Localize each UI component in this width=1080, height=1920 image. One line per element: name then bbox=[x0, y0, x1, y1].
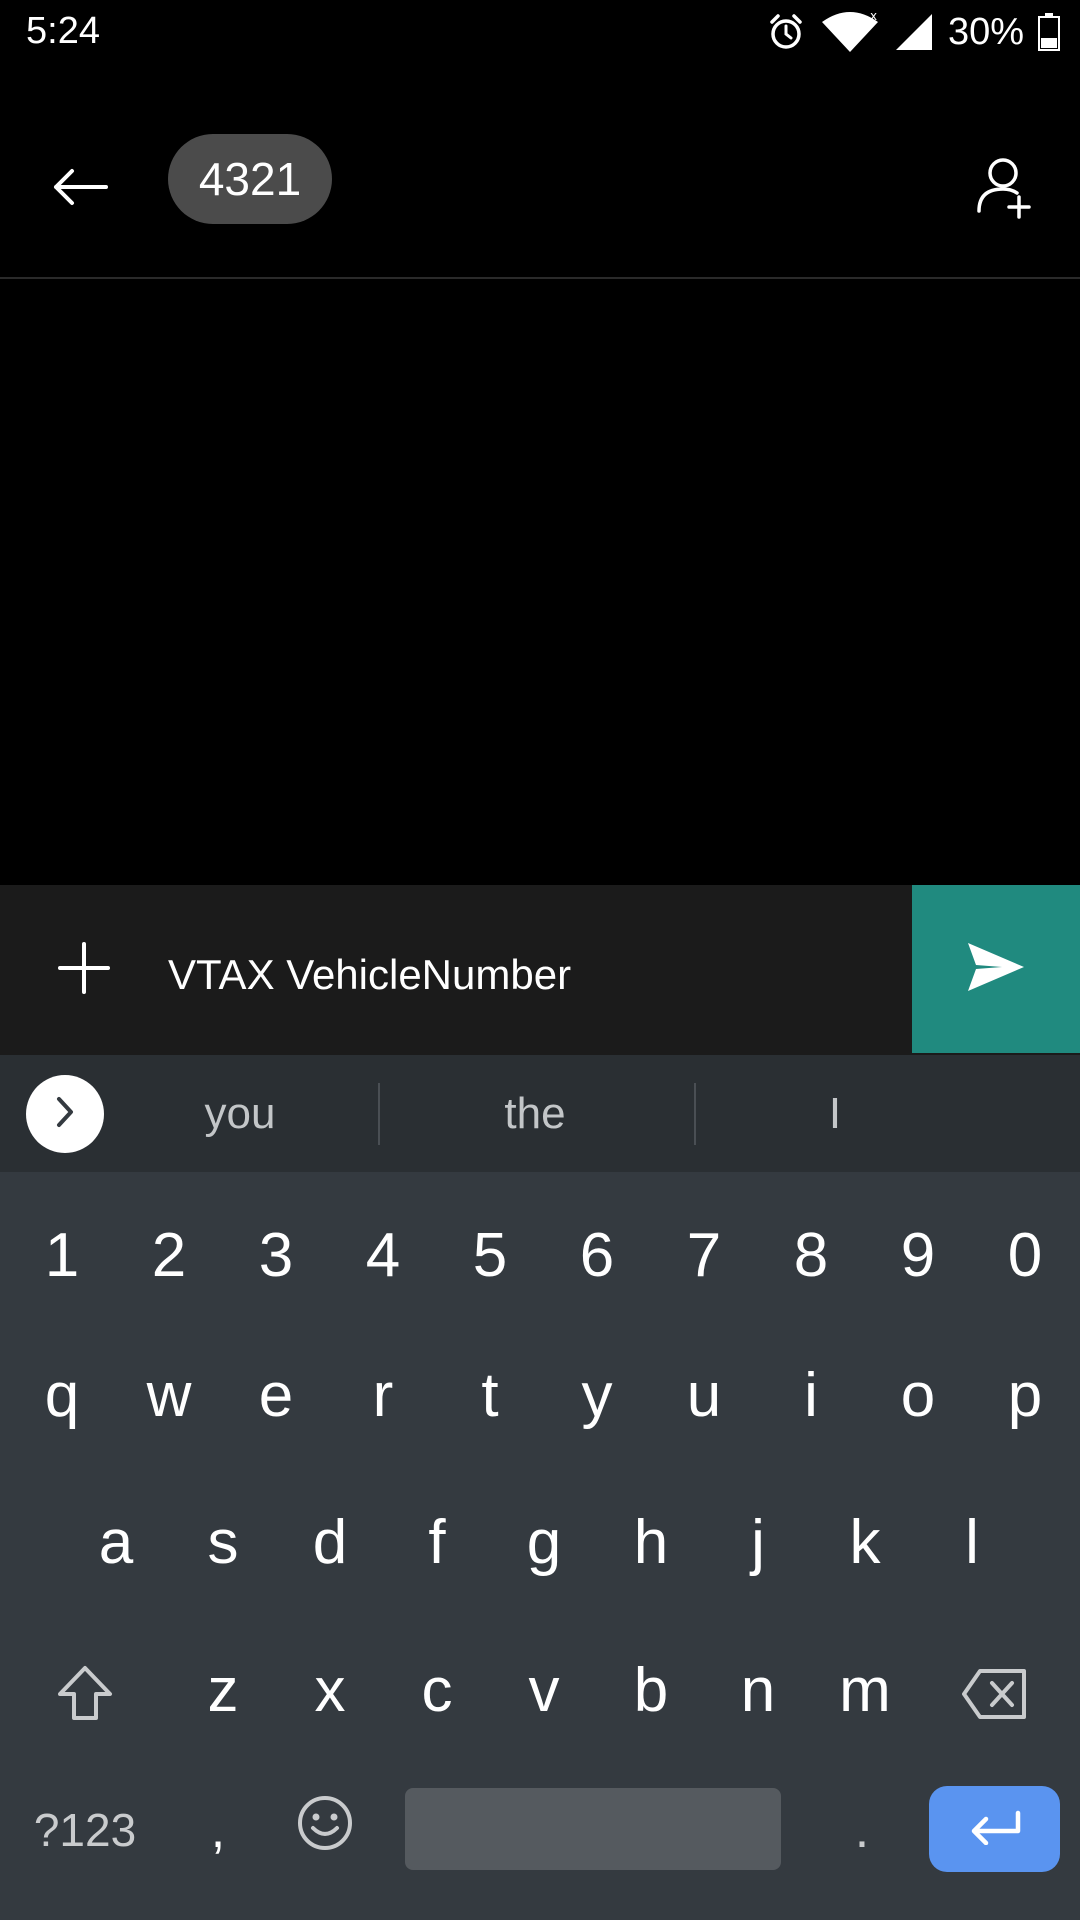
letter-key-v[interactable]: v bbox=[499, 1635, 589, 1745]
letter-key-p[interactable]: p bbox=[980, 1340, 1070, 1450]
number-key-5[interactable]: 5 bbox=[445, 1200, 535, 1310]
keyboard: you the I 1234567890 qwertyuiop asdfghjkl z… bbox=[0, 1055, 1080, 1920]
enter-key[interactable] bbox=[929, 1786, 1060, 1872]
letter-key-k[interactable]: k bbox=[820, 1487, 910, 1597]
letter-key-c[interactable]: c bbox=[392, 1635, 482, 1745]
suggestion-strip: you the I bbox=[0, 1055, 1080, 1172]
cell-signal-icon bbox=[894, 12, 934, 52]
suggestion-1[interactable]: you bbox=[130, 1083, 350, 1145]
return-icon bbox=[968, 1809, 1022, 1850]
plus-icon bbox=[58, 941, 110, 999]
suggestion-divider bbox=[378, 1083, 380, 1145]
number-key-8[interactable]: 8 bbox=[766, 1200, 856, 1310]
suggestion-2[interactable]: the bbox=[420, 1083, 650, 1145]
space-key[interactable] bbox=[405, 1788, 781, 1870]
letter-key-w[interactable]: w bbox=[124, 1340, 214, 1450]
add-person-icon bbox=[975, 155, 1035, 224]
recipient-chip[interactable]: 4321 bbox=[168, 134, 332, 224]
conversation-header: 4321 bbox=[0, 64, 1080, 279]
suggestion-expand-button[interactable] bbox=[26, 1075, 104, 1153]
number-key-6[interactable]: 6 bbox=[552, 1200, 642, 1310]
message-input[interactable] bbox=[168, 935, 888, 1015]
status-bar: 5:24 x 30% bbox=[0, 0, 1080, 64]
battery-icon bbox=[1038, 13, 1060, 51]
suggestion-divider bbox=[694, 1083, 696, 1145]
letter-key-j[interactable]: j bbox=[713, 1487, 803, 1597]
letter-key-y[interactable]: y bbox=[552, 1340, 642, 1450]
battery-percent: 30% bbox=[947, 10, 1024, 53]
compose-bar bbox=[0, 885, 1080, 1055]
period-key[interactable]: . bbox=[822, 1785, 902, 1875]
number-key-9[interactable]: 9 bbox=[873, 1200, 963, 1310]
emoji-icon bbox=[296, 1794, 354, 1867]
letter-key-q[interactable]: q bbox=[17, 1340, 107, 1450]
letter-key-e[interactable]: e bbox=[231, 1340, 321, 1450]
letter-key-r[interactable]: r bbox=[338, 1340, 428, 1450]
letter-key-h[interactable]: h bbox=[606, 1487, 696, 1597]
letter-key-i[interactable]: i bbox=[766, 1340, 856, 1450]
add-contact-button[interactable] bbox=[964, 144, 1046, 234]
letter-key-l[interactable]: l bbox=[927, 1487, 1017, 1597]
letter-key-s[interactable]: s bbox=[178, 1487, 268, 1597]
number-key-7[interactable]: 7 bbox=[659, 1200, 749, 1310]
emoji-key[interactable] bbox=[285, 1785, 365, 1875]
symbols-key[interactable]: ?123 bbox=[20, 1785, 150, 1875]
letter-key-m[interactable]: m bbox=[820, 1635, 910, 1745]
back-button[interactable] bbox=[40, 149, 120, 229]
letter-key-z[interactable]: z bbox=[178, 1635, 268, 1745]
shift-key[interactable] bbox=[40, 1655, 130, 1745]
arrow-left-icon bbox=[52, 167, 108, 212]
status-icons: x 30% bbox=[766, 8, 1060, 56]
number-key-2[interactable]: 2 bbox=[124, 1200, 214, 1310]
message-list[interactable] bbox=[0, 281, 1080, 885]
letter-key-n[interactable]: n bbox=[713, 1635, 803, 1745]
shift-icon bbox=[54, 1662, 116, 1739]
send-icon bbox=[966, 941, 1026, 998]
letter-key-d[interactable]: d bbox=[285, 1487, 375, 1597]
letter-key-b[interactable]: b bbox=[606, 1635, 696, 1745]
send-button[interactable] bbox=[912, 885, 1080, 1053]
number-key-3[interactable]: 3 bbox=[231, 1200, 321, 1310]
letter-key-g[interactable]: g bbox=[499, 1487, 589, 1597]
letter-key-f[interactable]: f bbox=[392, 1487, 482, 1597]
alarm-icon bbox=[766, 12, 806, 52]
status-time: 5:24 bbox=[26, 10, 100, 52]
backspace-key[interactable] bbox=[950, 1655, 1040, 1745]
letter-key-x[interactable]: x bbox=[285, 1635, 375, 1745]
backspace-icon bbox=[960, 1665, 1030, 1736]
letter-key-o[interactable]: o bbox=[873, 1340, 963, 1450]
number-key-0[interactable]: 0 bbox=[980, 1200, 1070, 1310]
chevron-right-icon bbox=[51, 1095, 79, 1134]
letter-key-u[interactable]: u bbox=[659, 1340, 749, 1450]
svg-text:x: x bbox=[870, 10, 877, 23]
number-key-1[interactable]: 1 bbox=[17, 1200, 107, 1310]
attach-button[interactable] bbox=[44, 925, 124, 1015]
suggestion-3[interactable]: I bbox=[720, 1083, 950, 1145]
number-key-4[interactable]: 4 bbox=[338, 1200, 428, 1310]
comma-key[interactable]: , bbox=[182, 1785, 254, 1875]
wifi-icon: x bbox=[820, 10, 880, 54]
letter-key-t[interactable]: t bbox=[445, 1340, 535, 1450]
letter-key-a[interactable]: a bbox=[71, 1487, 161, 1597]
